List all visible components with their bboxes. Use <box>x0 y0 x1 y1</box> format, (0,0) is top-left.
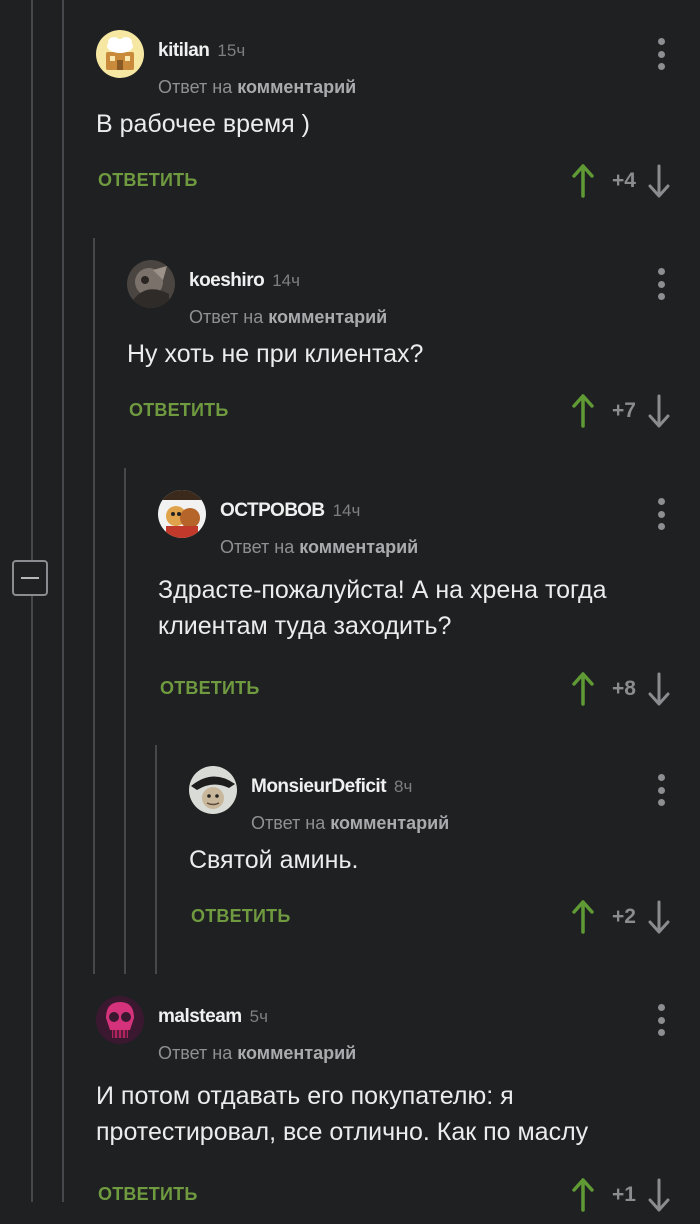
username-text[interactable]: kitilan <box>158 40 210 61</box>
username[interactable]: koeshiro 14ч <box>189 270 300 292</box>
username[interactable]: ОСТРОВОВ 14ч <box>220 500 360 522</box>
reply-button[interactable]: ОТВЕТИТЬ <box>191 906 290 927</box>
vote-score: +4 <box>612 169 636 192</box>
reply-button[interactable]: ОТВЕТИТЬ <box>129 400 228 421</box>
comment-text: И потом отдавать его покупателю: я проте… <box>96 1082 589 1146</box>
vote-block: +1 <box>572 1178 670 1212</box>
reply-prefix: Ответ на <box>189 307 264 327</box>
downvote-arrow-icon[interactable] <box>648 1178 670 1212</box>
vote-block: +4 <box>572 164 670 198</box>
comment-text: В рабочее время ) <box>96 110 310 138</box>
comment-time: 8ч <box>394 777 413 796</box>
comment: ОСТРОВОВ 14ч Ответ на комментарий Здрасте… <box>158 490 700 718</box>
comment-text: Святой аминь. <box>189 846 359 874</box>
reply-to-line: Ответ на комментарий <box>158 1043 356 1064</box>
comment-actions: ОТВЕТИТЬ +7 <box>127 394 700 440</box>
username-text[interactable]: MonsieurDeficit <box>251 776 387 797</box>
comment-actions: ОТВЕТИТЬ +4 <box>96 164 700 210</box>
username[interactable]: kitilan 15ч <box>158 40 245 62</box>
vote-score: +2 <box>612 905 636 928</box>
upvote-arrow-icon[interactable] <box>572 672 594 706</box>
comment-header: malsteam 5ч Ответ на комментарий <box>96 996 700 1066</box>
reply-to-line: Ответ на комментарий <box>189 307 387 328</box>
comment-actions: ОТВЕТИТЬ +8 <box>158 672 700 718</box>
username-text[interactable]: ОСТРОВОВ <box>220 500 325 521</box>
comment-header: MonsieurDeficit 8ч Ответ на комментарий <box>189 766 700 836</box>
upvote-arrow-icon[interactable] <box>572 1178 594 1212</box>
username-text[interactable]: malsteam <box>158 1006 242 1027</box>
comment-text: Ну хоть не при клиентах? <box>127 340 424 368</box>
vote-block: +8 <box>572 672 670 706</box>
avatar[interactable] <box>96 30 144 78</box>
more-options-icon[interactable] <box>656 1004 666 1036</box>
reply-target-link[interactable]: комментарий <box>299 537 418 557</box>
reply-target-link[interactable]: комментарий <box>330 813 449 833</box>
avatar[interactable] <box>96 996 144 1044</box>
collapse-thread-button[interactable] <box>12 560 48 596</box>
collapse-thread-icon <box>21 577 39 579</box>
reply-button[interactable]: ОТВЕТИТЬ <box>160 678 259 699</box>
comment-header: kitilan 15ч Ответ на комментарий <box>96 30 700 100</box>
vote-score: +7 <box>612 399 636 422</box>
vote-score: +1 <box>612 1183 636 1206</box>
comment: kitilan 15ч Ответ на комментарий В рабоче… <box>96 30 700 210</box>
downvote-arrow-icon[interactable] <box>648 672 670 706</box>
thread-line-level-2 <box>124 468 126 974</box>
comment-time: 5ч <box>249 1007 268 1026</box>
reply-prefix: Ответ на <box>251 813 326 833</box>
comment: malsteam 5ч Ответ на комментарий И потом … <box>96 996 700 1224</box>
reply-to-line: Ответ на комментарий <box>251 813 449 834</box>
comment: koeshiro 14ч Ответ на комментарий Ну хоть… <box>127 260 700 440</box>
comment-time: 14ч <box>272 271 300 290</box>
downvote-arrow-icon[interactable] <box>648 900 670 934</box>
downvote-arrow-icon[interactable] <box>648 394 670 428</box>
username-text[interactable]: koeshiro <box>189 270 265 291</box>
reply-prefix: Ответ на <box>158 77 233 97</box>
comment-time: 14ч <box>332 501 361 520</box>
avatar[interactable] <box>158 490 206 538</box>
thread-line-level-1 <box>93 238 95 974</box>
comment-actions: ОТВЕТИТЬ +1 <box>96 1178 700 1224</box>
upvote-arrow-icon[interactable] <box>572 900 594 934</box>
reply-prefix: Ответ на <box>158 1043 233 1063</box>
reply-target-link[interactable]: комментарий <box>237 77 356 97</box>
comment-actions: ОТВЕТИТЬ +2 <box>189 900 700 946</box>
comment-header: ОСТРОВОВ 14ч Ответ на комментарий <box>158 490 700 560</box>
reply-button[interactable]: ОТВЕТИТЬ <box>98 170 197 191</box>
comment-text: Здрасте-пожалуйста! А на хрена тогда кли… <box>158 576 607 640</box>
comment-time: 15ч <box>217 41 246 60</box>
downvote-arrow-icon[interactable] <box>648 164 670 198</box>
vote-block: +2 <box>572 900 670 934</box>
thread-line-root <box>62 0 64 1202</box>
more-options-icon[interactable] <box>656 498 666 530</box>
more-options-icon[interactable] <box>656 774 666 806</box>
reply-prefix: Ответ на <box>220 537 295 557</box>
upvote-arrow-icon[interactable] <box>572 394 594 428</box>
avatar[interactable] <box>189 766 237 814</box>
comment: MonsieurDeficit 8ч Ответ на комментарий С… <box>189 766 700 946</box>
reply-to-line: Ответ на комментарий <box>220 537 418 558</box>
reply-to-line: Ответ на комментарий <box>158 77 356 98</box>
more-options-icon[interactable] <box>656 38 666 70</box>
thread-line-level-3 <box>155 745 157 974</box>
reply-target-link[interactable]: комментарий <box>268 307 387 327</box>
avatar[interactable] <box>127 260 175 308</box>
thread-line-root-outer <box>31 0 33 1202</box>
upvote-arrow-icon[interactable] <box>572 164 594 198</box>
comment-header: koeshiro 14ч Ответ на комментарий <box>127 260 700 330</box>
vote-score: +8 <box>612 677 636 700</box>
username[interactable]: malsteam 5ч <box>158 1006 268 1028</box>
username[interactable]: MonsieurDeficit 8ч <box>251 776 412 798</box>
more-options-icon[interactable] <box>656 268 666 300</box>
vote-block: +7 <box>572 394 670 428</box>
reply-target-link[interactable]: комментарий <box>237 1043 356 1063</box>
